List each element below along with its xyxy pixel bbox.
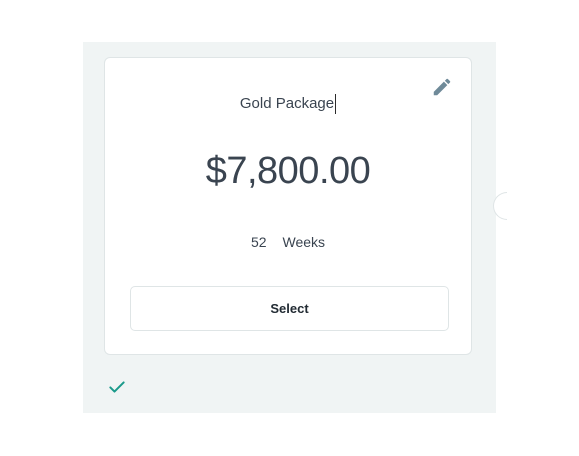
select-button[interactable]: Select — [130, 286, 449, 331]
package-title-input[interactable]: Gold Package — [240, 94, 337, 114]
term-unit: Weeks — [282, 234, 326, 250]
title-wrapper: Gold Package — [105, 94, 471, 114]
package-panel: Gold Package $7,800.00 52 Weeks Select — [83, 42, 496, 413]
term-value: 52 — [250, 234, 267, 250]
package-card: Gold Package $7,800.00 52 Weeks Select — [104, 57, 472, 355]
check-icon — [109, 381, 125, 393]
package-term: 52 Weeks — [105, 234, 471, 250]
package-price: $7,800.00 — [205, 150, 371, 192]
